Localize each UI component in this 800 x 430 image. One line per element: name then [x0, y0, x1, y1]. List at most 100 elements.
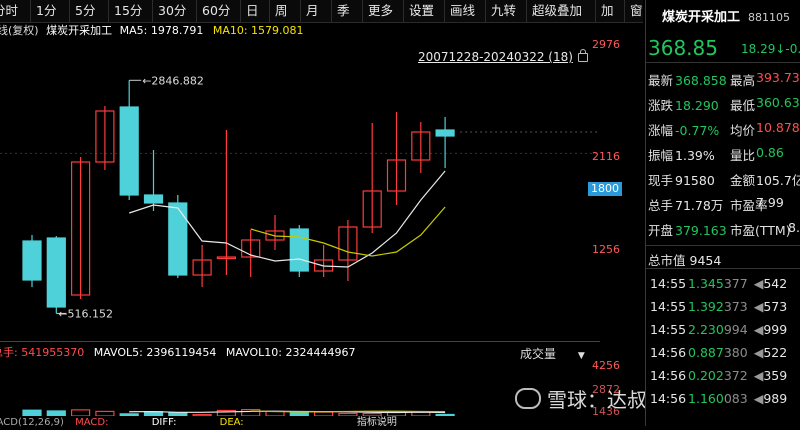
price-change-summary: 18.29↓-0.77	[741, 42, 800, 56]
price-axis-label: 2116	[592, 150, 620, 163]
ma10-value: 1579.081	[251, 24, 304, 37]
market-cap-label: 总市值	[648, 253, 686, 268]
macd-item: DEA:	[219, 417, 244, 428]
tick-price: 1.345	[688, 276, 724, 291]
tick-price: 0.202	[688, 368, 724, 383]
toolbar-item[interactable]: 设置	[404, 0, 445, 22]
stat-label: 最新	[648, 73, 674, 88]
toolbar-item[interactable]: 加	[596, 0, 625, 22]
tick-volume: 373	[723, 299, 748, 314]
tick-volume: 377	[723, 276, 748, 291]
tick-extra: 359	[763, 368, 788, 383]
mavol5-value: 2396119454	[146, 346, 217, 359]
stat-label: 现手	[648, 173, 674, 188]
stat-value: 360.634	[756, 95, 800, 110]
candle-body	[119, 106, 139, 196]
price-axis-label: 1256	[592, 243, 620, 256]
stat-value: 368.858	[675, 73, 727, 88]
tick-time: 14:55	[650, 322, 687, 337]
toolbar-item[interactable]: 九转	[486, 0, 527, 22]
stat-value: 379.163	[675, 223, 727, 238]
mavol10-label: MAVOL10:	[225, 346, 282, 359]
stat-label: 涨跌	[648, 98, 674, 113]
candle-body	[168, 202, 188, 276]
toolbar-item[interactable]: 1分	[31, 0, 70, 22]
tick-time: 14:56	[650, 368, 687, 383]
toolbar-item[interactable]: 30分	[153, 0, 197, 22]
chart-type-label[interactable]: 年线(复权)	[0, 24, 39, 37]
toolbar-item[interactable]: 超级叠加	[527, 0, 596, 22]
dropdown-arrow-icon: ▼	[577, 351, 585, 361]
index-code: 881105	[748, 11, 790, 24]
toolbar-item[interactable]: 季	[332, 0, 363, 22]
total-hands-value: 541955370	[21, 346, 85, 359]
indicator-help-link[interactable]: 指标说明	[357, 417, 397, 428]
stat-label: 金额	[730, 173, 756, 188]
toolbar-item[interactable]: 5分	[70, 0, 109, 22]
tick-row: 14:56 0.202372 ◀359	[650, 368, 787, 383]
toolbar-item[interactable]: 更多	[363, 0, 404, 22]
tick-arrow-icon: ◀	[753, 322, 764, 337]
tick-extra: 573	[763, 299, 788, 314]
toolbar-item[interactable]: 日	[241, 0, 270, 22]
stat-label: 开盘	[648, 223, 674, 238]
mavol10-value: 2324444967	[285, 346, 356, 359]
candle-body	[22, 240, 42, 281]
stat-label: 总手	[648, 198, 674, 213]
period-toolbar: 分时1分5分15分30分60分日周月季更多设置画线九转超级叠加加窗区▶▌	[0, 0, 712, 23]
macd-item: MACD:	[75, 417, 109, 428]
market-cap-row: 总市值 9454	[648, 250, 721, 269]
stat-row: 总手 71.78万 市盈率 7.99	[648, 195, 784, 214]
toolbar-item[interactable]: 周	[270, 0, 301, 22]
tick-arrow-icon: ◀	[753, 368, 764, 383]
stat-value: 105.7亿	[756, 173, 800, 188]
tick-arrow-icon: ◀	[753, 276, 764, 291]
tick-time: 14:56	[650, 345, 687, 360]
toolbar-item[interactable]: 分时	[0, 0, 31, 22]
stat-value: 71.78万	[675, 198, 724, 213]
tick-time: 14:55	[650, 299, 687, 314]
low-annotation: ←516.152	[58, 307, 113, 320]
tick-price: 1.392	[688, 299, 724, 314]
tick-time: 14:55	[650, 276, 687, 291]
tick-row: 14:56 1.160083 ◀989	[650, 391, 787, 406]
macd-strip: MACD(12,26,9) MACD: DIFF: DEA: 指标说明	[0, 416, 600, 428]
volume-chart[interactable]	[0, 361, 600, 416]
macd-label[interactable]: MACD(12,26,9)	[0, 417, 64, 428]
stat-value: 1.39%	[675, 148, 715, 163]
tick-row: 14:55 2.230994 ◀999	[650, 322, 787, 337]
index-name: 煤炭开采加工	[46, 24, 113, 37]
last-price: 368.85	[648, 36, 718, 60]
tick-time: 14:56	[650, 391, 687, 406]
stat-value: -0.77%	[675, 123, 720, 138]
volume-axis-label: 4256	[592, 359, 620, 372]
chart-subheader: 年线(复权) 煤炭开采加工 MA5: 1978.791 MA10: 1579.0…	[0, 22, 643, 40]
candle-body	[46, 237, 66, 308]
stat-row: 现手 91580 金额 105.7亿	[648, 170, 800, 189]
stat-value: 393.733	[756, 70, 800, 85]
toolbar-item[interactable]: 画线	[445, 0, 486, 22]
total-hands-label: 总手:	[0, 346, 18, 359]
price-axis-current: 1800	[588, 182, 622, 196]
tick-price: 2.230	[688, 322, 724, 337]
stat-label: 振幅	[648, 148, 674, 163]
high-annotation: ←2846.882	[142, 74, 204, 87]
ma5-value: 1978.791	[150, 24, 204, 37]
stat-row: 涨幅 -0.77% 均价 10.878	[648, 120, 800, 139]
stat-label: 最高	[730, 73, 756, 88]
toolbar-item[interactable]: 月	[301, 0, 332, 22]
divider	[646, 245, 800, 246]
quote-panel: 煤炭开采加工 881105 368.85 18.29↓-0.77 最新368.8…	[645, 0, 800, 426]
tick-volume: 083	[723, 391, 748, 406]
tick-arrow-icon: ◀	[753, 345, 764, 360]
tick-extra: 542	[763, 276, 788, 291]
quote-title: 煤炭开采加工 881105	[662, 6, 790, 25]
volume-header: 总手: 541955370 MAVOL5: 2396119454 MAVOL10…	[0, 345, 590, 361]
mavol5-label: MAVOL5:	[93, 346, 143, 359]
volume-indicator-select[interactable]: 成交量 ▼	[510, 345, 594, 361]
toolbar-item[interactable]: 15分	[109, 0, 153, 22]
tick-row: 14:56 0.887380 ◀522	[650, 345, 787, 360]
toolbar-item[interactable]: 60分	[197, 0, 241, 22]
candlestick-chart[interactable]: ←2846.882 ←516.152	[0, 40, 600, 340]
tick-extra: 522	[763, 345, 788, 360]
